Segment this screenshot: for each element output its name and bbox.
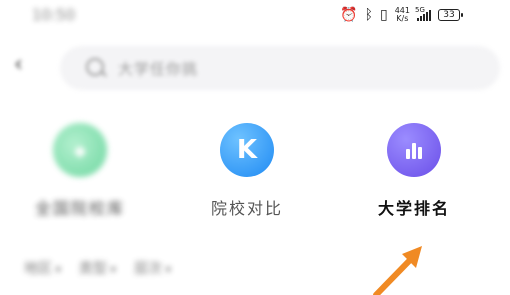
signal-icon: 5G xyxy=(415,6,431,21)
battery-level: 33 xyxy=(443,10,455,20)
k-logo-icon: K xyxy=(220,123,274,177)
battery-icon: 33 xyxy=(438,9,463,21)
annotation-arrow-icon xyxy=(373,246,422,295)
search-placeholder: 大学任你挑 xyxy=(118,60,199,78)
status-icons: ⏰ ᛒ ▯ 441 K/s 5G 33 xyxy=(340,6,463,23)
search-input[interactable]: 大学任你挑 xyxy=(60,46,500,90)
filter-row: 地区 类型 层次 xyxy=(24,258,171,278)
feature-school-compare[interactable]: K 院校对比 xyxy=(172,123,322,219)
status-bar: 10:50 ⏰ ᛒ ▯ 441 K/s 5G 33 xyxy=(0,0,510,38)
back-arrow-icon[interactable]: ‹ xyxy=(14,54,23,76)
feature-label: 大学排名 xyxy=(377,199,450,218)
alarm-icon: ⏰ xyxy=(340,7,358,23)
filter-chip[interactable]: 类型 xyxy=(79,258,116,278)
bar-chart-icon xyxy=(387,123,441,177)
bluetooth-icon: ᛒ xyxy=(364,7,373,23)
vibrate-icon: ▯ xyxy=(380,7,388,23)
feature-school-library[interactable]: ◆ 全国院校库 xyxy=(5,123,155,219)
network-type: 5G xyxy=(415,6,425,14)
network-speed: 441 K/s xyxy=(395,7,410,23)
feature-university-ranking[interactable]: 大学排名 xyxy=(339,123,489,219)
filter-chip[interactable]: 地区 xyxy=(24,258,61,278)
search-row: ‹ 大学任你挑 xyxy=(0,42,510,92)
feature-label: 院校对比 xyxy=(210,199,283,218)
search-icon xyxy=(86,58,104,76)
network-speed-unit: K/s xyxy=(396,14,409,23)
status-time: 10:50 xyxy=(32,6,76,24)
filter-chip[interactable]: 层次 xyxy=(134,258,171,278)
feature-label: 全国院校库 xyxy=(34,199,125,218)
school-icon: ◆ xyxy=(53,123,107,177)
